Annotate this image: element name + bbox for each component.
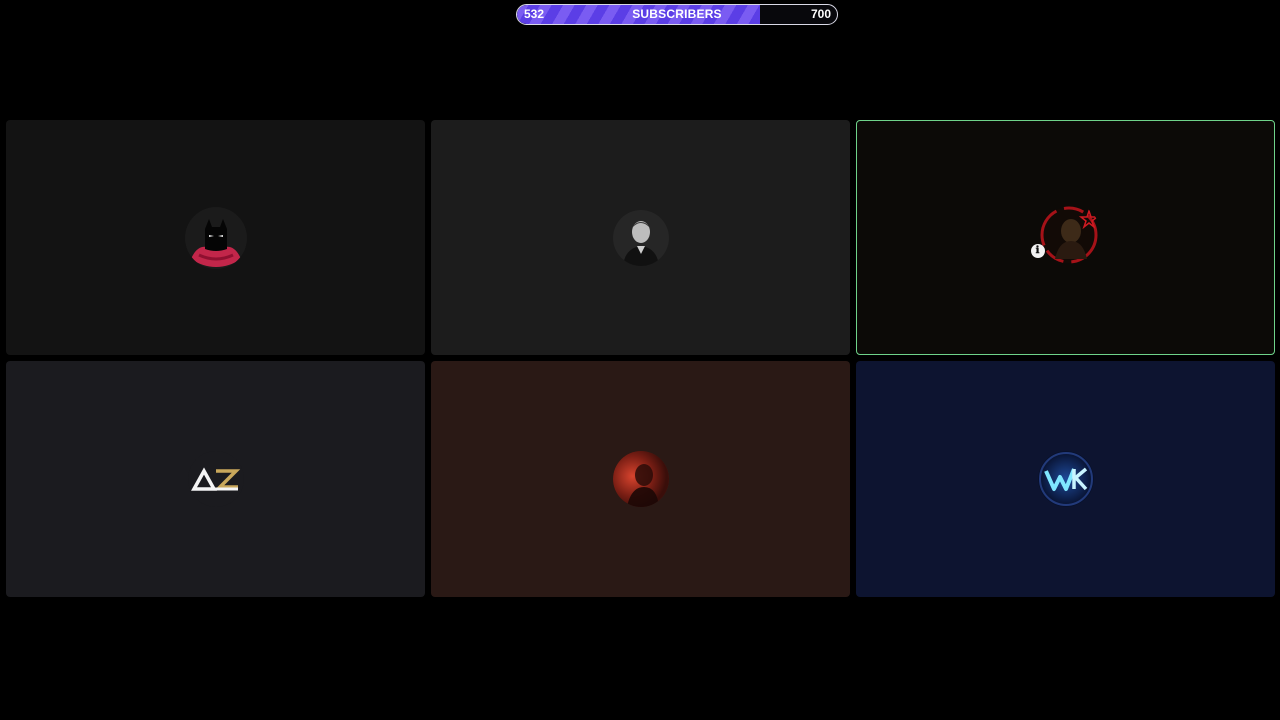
participant-tile[interactable]: [431, 361, 850, 597]
participant-tile[interactable]: [856, 361, 1275, 597]
wk-logo-avatar: [1037, 451, 1094, 507]
man-portrait-avatar: [612, 209, 669, 266]
red-portrait-avatar: [612, 451, 669, 507]
stream-overlay: 532 SUBSCRIBERS 700 ℹ: [0, 0, 1280, 720]
subscriber-goal-label: SUBSCRIBERS: [632, 7, 722, 21]
participant-tile[interactable]: [6, 120, 425, 355]
red-circle-figure-avatar: [1037, 203, 1101, 267]
participant-avatar-wrapper: ℹ: [1030, 203, 1101, 273]
participant-tile[interactable]: [431, 120, 850, 355]
participant-grid: ℹ: [6, 120, 1275, 597]
microphone-status-icon: ℹ: [1030, 243, 1045, 258]
az-logo-avatar: [187, 451, 244, 507]
participant-tile[interactable]: [6, 361, 425, 597]
subscriber-goal-target: 700: [810, 7, 831, 21]
participant-tile[interactable]: ℹ: [856, 120, 1275, 355]
hooded-bat-figure-avatar: [184, 206, 247, 269]
subscriber-goal-bar: 532 SUBSCRIBERS 700: [516, 4, 838, 25]
